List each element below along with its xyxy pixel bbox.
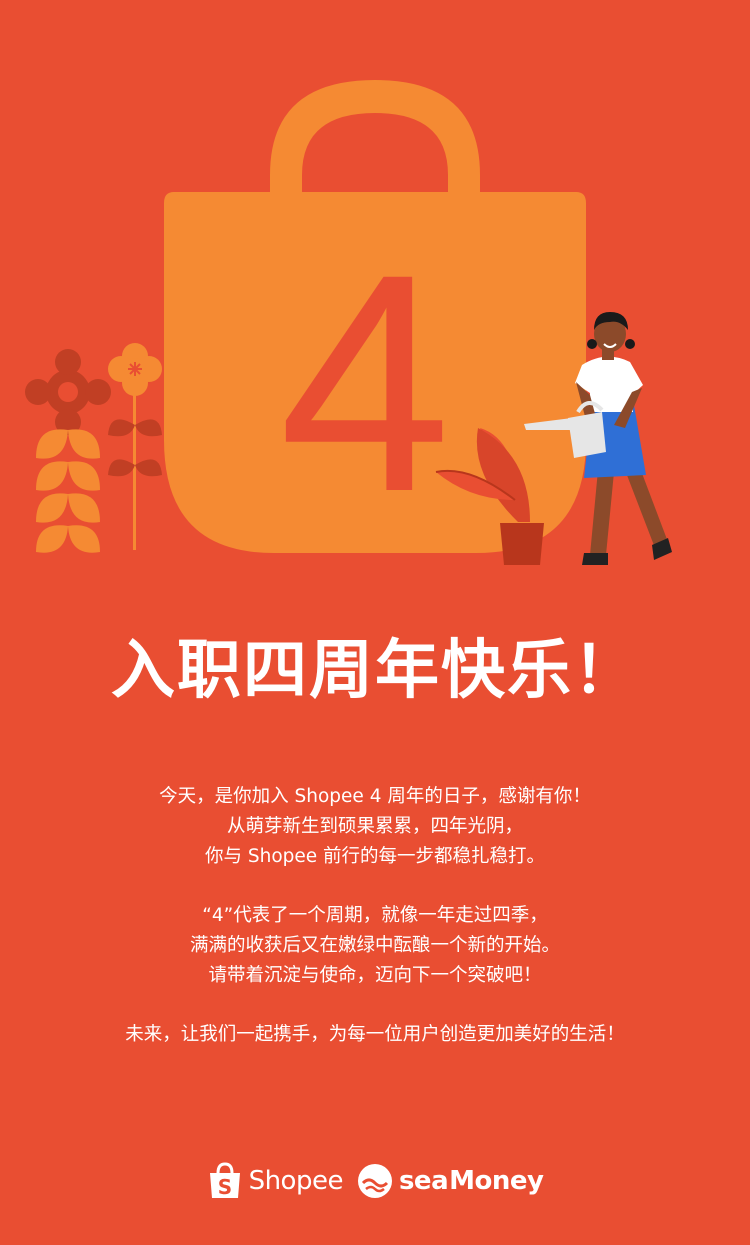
shopee-bag-icon: S [209,1162,240,1199]
message-paragraph: 未来，让我们一起携手，为每一位用户创造更加美好的生活！ [0,1020,750,1050]
message-line: 满满的收获后又在嫩绿中酝酿一个新的开始。 [189,935,560,956]
message-line: “4”代表了一个周期，就像一年走过四季， [202,905,548,926]
svg-text:S: S [217,1175,231,1199]
message-line: 你与 Shopee 前行的每一步都稳扎稳打。 [204,846,546,867]
shopee-wordmark: Shopee [248,1166,344,1196]
brand-logos: S Shopee sea Money [0,1152,750,1210]
flower-icon [108,343,162,550]
bag-numeral: 4 [279,209,451,556]
seamoney-logo: sea Money [357,1163,544,1199]
message-line: 未来，让我们一起携手，为每一位用户创造更加美好的生活！ [125,1024,625,1045]
leaf-column-icon [25,349,111,553]
illustration: 4 [25,80,672,565]
seamoney-wordmark-money: Money [449,1166,544,1196]
message-body: 今天，是你加入 Shopee 4 周年的日子，感谢有你！ 从萌芽新生到硕果累累，… [0,782,750,1079]
poster: 4 入职四周年快乐！ 今天，是你加入 Shopee 4 周年的日子，感谢有你！ … [0,0,750,1245]
seamoney-wordmark-sea: sea [398,1166,449,1196]
shopee-logo: S Shopee [207,1161,343,1201]
message-paragraph: 今天，是你加入 Shopee 4 周年的日子，感谢有你！ 从萌芽新生到硕果累累，… [0,782,750,872]
message-line: 今天，是你加入 Shopee 4 周年的日子，感谢有你！ [159,786,591,807]
message-line: 从萌芽新生到硕果累累，四年光阴， [226,816,523,837]
message-paragraph: “4”代表了一个周期，就像一年走过四季， 满满的收获后又在嫩绿中酝酿一个新的开始… [0,901,750,991]
page-title: 入职四周年快乐！ [111,634,639,708]
seamoney-emblem-icon [357,1164,392,1198]
message-line: 请带着沉淀与使命，迈向下一个突破吧！ [208,965,542,986]
